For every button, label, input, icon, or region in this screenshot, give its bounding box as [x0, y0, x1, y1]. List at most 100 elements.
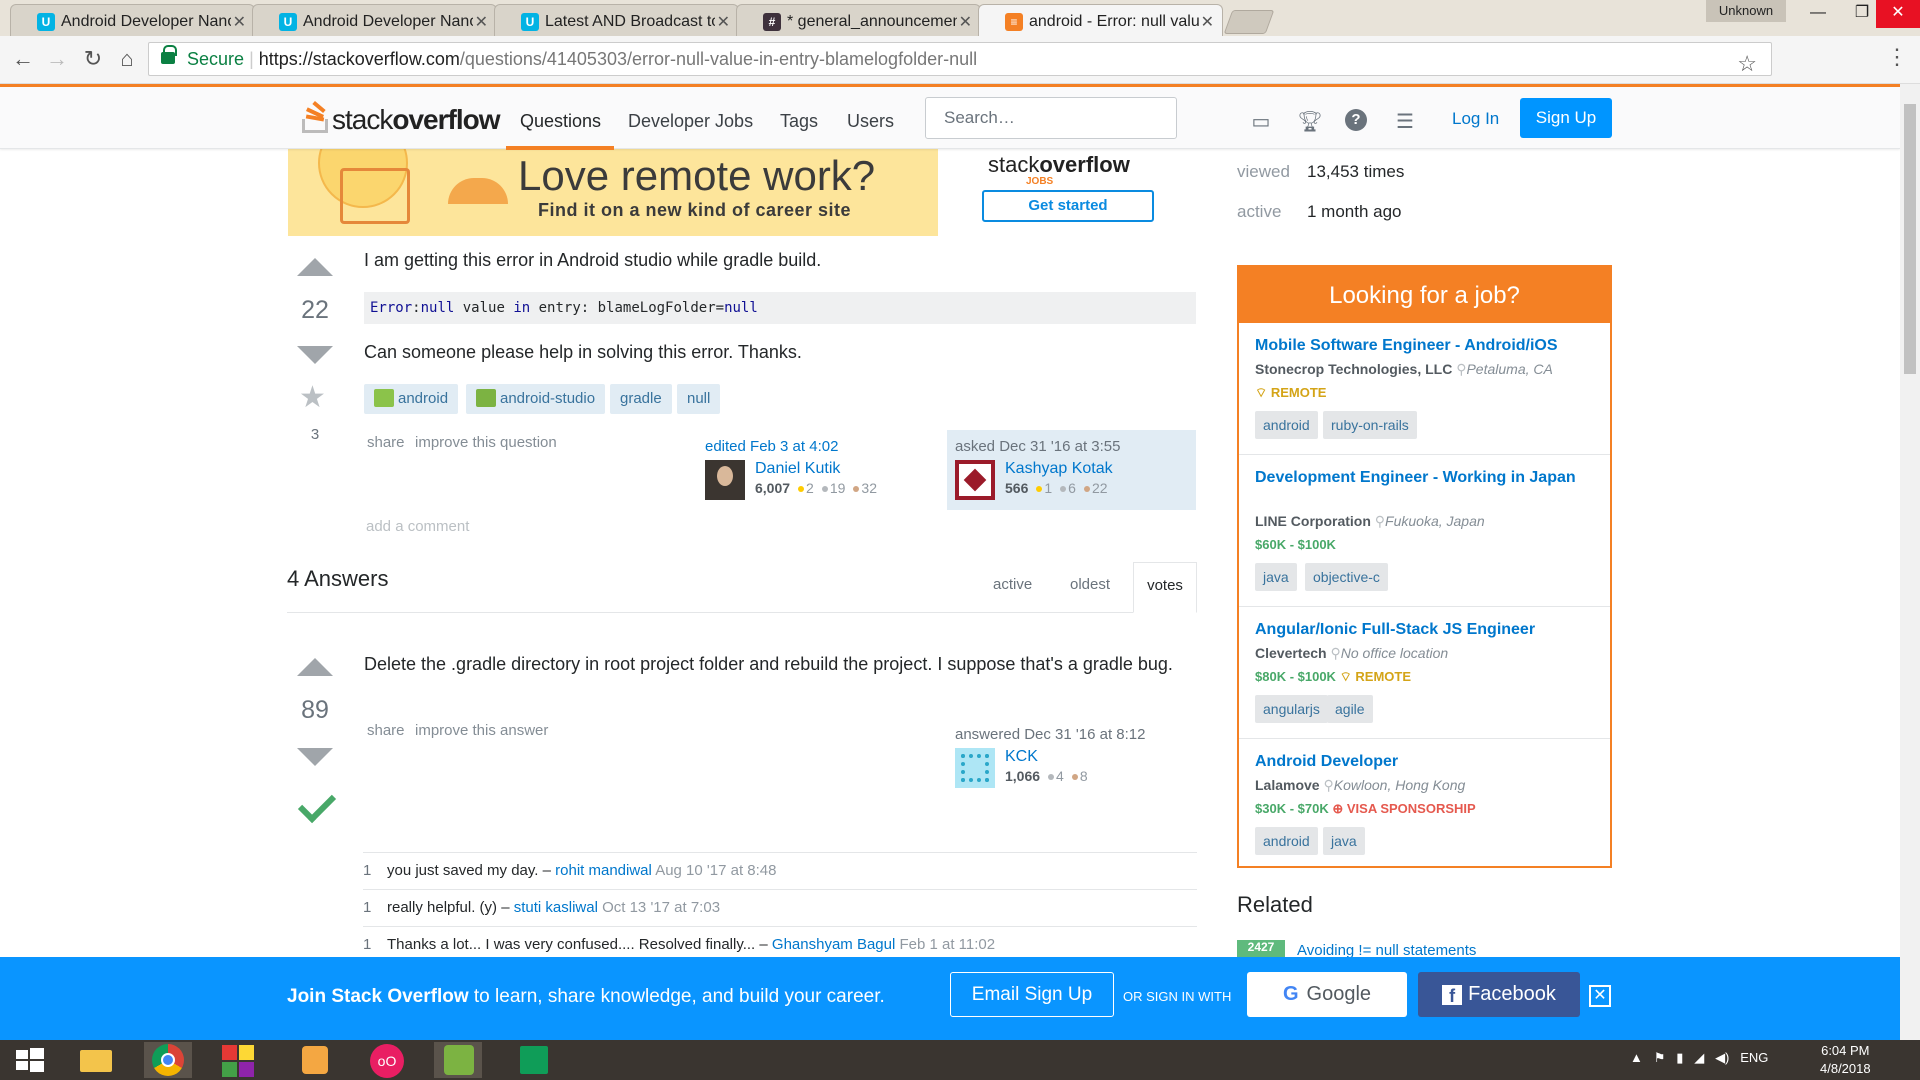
nav-tags[interactable]: Tags: [780, 111, 818, 132]
close-tab-icon[interactable]: ✕: [717, 12, 730, 32]
language-indicator[interactable]: ENG: [1740, 1050, 1768, 1065]
close-tab-icon[interactable]: ✕: [475, 12, 488, 32]
close-tab-icon[interactable]: ✕: [1201, 12, 1214, 32]
close-tab-icon[interactable]: ✕: [959, 12, 972, 32]
flag-icon[interactable]: ⚑: [1654, 1050, 1666, 1065]
store-icon[interactable]: [508, 1042, 556, 1078]
job-title[interactable]: Development Engineer - Working in Japan: [1255, 467, 1585, 488]
job-tag[interactable]: java: [1255, 563, 1297, 591]
favorite-star-icon[interactable]: ★: [299, 380, 326, 415]
job-tag[interactable]: agile: [1327, 695, 1373, 723]
tab-votes[interactable]: votes: [1133, 562, 1197, 613]
app-oo-icon[interactable]: oO: [364, 1042, 412, 1078]
jobs-ad-banner[interactable]: Love remote work? Find it on a new kind …: [288, 148, 1196, 236]
share-answer-link[interactable]: share: [367, 722, 405, 739]
inbox-icon[interactable]: ▭: [1248, 109, 1274, 133]
browser-tab[interactable]: # * general_announcements ✕: [736, 4, 981, 36]
start-icon[interactable]: [6, 1042, 54, 1078]
window-close-icon[interactable]: ✕: [1876, 0, 1920, 28]
job-tag[interactable]: java: [1323, 827, 1365, 855]
stat-value[interactable]: 1 month ago: [1307, 202, 1402, 221]
new-tab-button[interactable]: [1223, 10, 1275, 34]
browser-tab[interactable]: U Latest AND Broadcast topics ✕: [494, 4, 739, 36]
battery-icon[interactable]: ▮: [1676, 1050, 1683, 1065]
volume-icon[interactable]: ◀): [1715, 1050, 1729, 1065]
get-started-button[interactable]: Get started: [982, 190, 1154, 222]
forward-icon[interactable]: →: [42, 44, 72, 74]
stackexchange-icon[interactable]: ☰: [1392, 109, 1418, 133]
share-question-link[interactable]: share: [367, 434, 405, 451]
google-signin-button[interactable]: G Google: [1247, 972, 1407, 1017]
job-tag[interactable]: android: [1255, 827, 1318, 855]
comment-user[interactable]: stuti kasliwal: [514, 899, 598, 916]
browser-tab[interactable]: U Android Developer Nanodegree ✕: [252, 4, 497, 36]
profile-label[interactable]: Unknown: [1706, 0, 1786, 22]
login-link[interactable]: Log In: [1452, 109, 1499, 129]
page-scrollbar[interactable]: [1900, 84, 1920, 1040]
tray-chevron-icon[interactable]: ▲: [1630, 1050, 1643, 1065]
job-listing[interactable]: Angular/Ionic Full-Stack JS Engineer Cle…: [1239, 607, 1610, 739]
add-comment-link[interactable]: add a comment: [366, 518, 469, 535]
email-signup-button[interactable]: Email Sign Up: [950, 972, 1114, 1017]
help-icon[interactable]: ?: [1345, 109, 1367, 131]
answerer-name[interactable]: KCK: [1005, 748, 1088, 766]
back-icon[interactable]: ←: [8, 44, 38, 74]
improve-answer-link[interactable]: improve this answer: [415, 722, 548, 739]
media-player-icon[interactable]: [290, 1042, 338, 1078]
close-tab-icon[interactable]: ✕: [233, 12, 246, 32]
clock[interactable]: 6:04 PM 4/8/2018: [1820, 1042, 1871, 1078]
downvote-question-button[interactable]: [297, 346, 333, 364]
edited-date[interactable]: edited Feb 3 at 4:02: [705, 438, 838, 455]
answerer-avatar[interactable]: [955, 748, 995, 788]
owner-name[interactable]: Kashyap Kotak: [1005, 460, 1113, 478]
close-banner-icon[interactable]: ✕: [1589, 985, 1611, 1007]
scrollbar-thumb[interactable]: [1904, 104, 1916, 374]
minimize-icon[interactable]: —: [1796, 0, 1840, 28]
address-bar[interactable]: Secure | https://stackoverflow.com/quest…: [148, 42, 1772, 76]
browser-menu-icon[interactable]: ⋮: [1886, 44, 1908, 70]
wifi-icon[interactable]: ◢: [1694, 1050, 1704, 1065]
file-explorer-icon[interactable]: [72, 1042, 120, 1078]
stackoverflow-logo[interactable]: stackoverflow: [302, 100, 501, 137]
tab-oldest[interactable]: oldest: [1070, 576, 1110, 593]
job-tag[interactable]: objective-c: [1305, 563, 1388, 591]
chrome-icon[interactable]: [144, 1042, 192, 1078]
job-listing[interactable]: Mobile Software Engineer - Android/iOS S…: [1239, 323, 1610, 455]
comment-user[interactable]: Ghanshyam Bagul: [772, 936, 895, 953]
nav-developer-jobs[interactable]: Developer Jobs: [628, 111, 753, 132]
achievements-icon[interactable]: 🏆︎: [1297, 109, 1323, 133]
downvote-answer-button[interactable]: [297, 748, 333, 766]
browser-tab-active[interactable]: ≡ android - Error: null value ✕: [978, 4, 1223, 36]
upvote-question-button[interactable]: [297, 258, 333, 276]
browser-tab[interactable]: U Android Developer Nanodegree ✕: [10, 4, 255, 36]
job-listing[interactable]: Android Developer Lalamove ⚲Kowloon, Hon…: [1239, 739, 1610, 866]
job-title[interactable]: Android Developer: [1255, 751, 1585, 772]
tab-active[interactable]: active: [993, 576, 1032, 593]
bookmark-star-icon[interactable]: ☆: [1737, 48, 1757, 80]
reload-icon[interactable]: ↻: [78, 44, 108, 74]
nav-users[interactable]: Users: [847, 111, 894, 132]
job-title[interactable]: Mobile Software Engineer - Android/iOS: [1255, 335, 1585, 356]
job-tag[interactable]: android: [1255, 411, 1318, 439]
app-icon[interactable]: [214, 1042, 262, 1078]
upvote-answer-button[interactable]: [297, 658, 333, 676]
job-listing[interactable]: Development Engineer - Working in Japan …: [1239, 455, 1610, 607]
job-tag[interactable]: angularjs: [1255, 695, 1328, 723]
comment-user[interactable]: rohit mandiwal: [555, 862, 652, 879]
tag-android-studio[interactable]: android-studio: [466, 384, 606, 414]
tag-null[interactable]: null: [677, 384, 721, 414]
improve-question-link[interactable]: improve this question: [415, 434, 557, 451]
tag-android[interactable]: android: [364, 384, 459, 414]
facebook-signin-button[interactable]: f Facebook: [1418, 972, 1580, 1017]
android-studio-icon[interactable]: [434, 1042, 482, 1078]
home-icon[interactable]: ⌂: [112, 44, 142, 74]
editor-name[interactable]: Daniel Kutik: [755, 460, 877, 478]
signup-button[interactable]: Sign Up: [1520, 98, 1612, 138]
nav-questions[interactable]: Questions: [520, 111, 601, 132]
job-title[interactable]: Angular/Ionic Full-Stack JS Engineer: [1255, 619, 1585, 640]
search-input[interactable]: Search…: [925, 97, 1177, 139]
editor-avatar[interactable]: [705, 460, 745, 500]
owner-avatar[interactable]: [955, 460, 995, 500]
job-tag[interactable]: ruby-on-rails: [1323, 411, 1417, 439]
tag-gradle[interactable]: gradle: [610, 384, 672, 414]
